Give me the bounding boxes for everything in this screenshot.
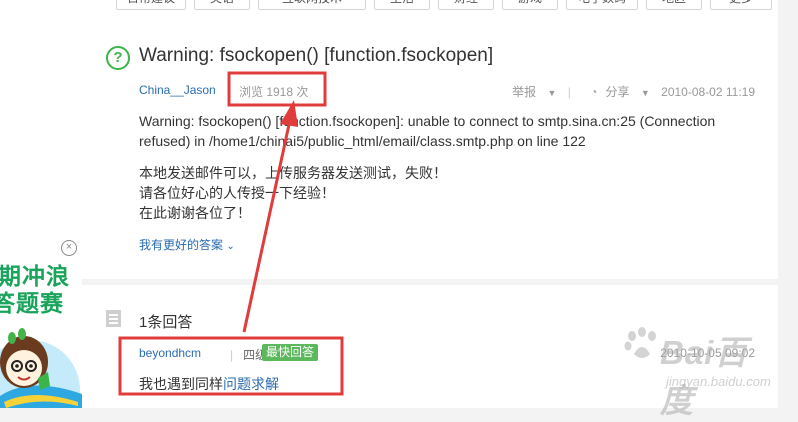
answer-highlight-box	[118, 336, 344, 396]
annotation-arrow-shaft	[242, 119, 292, 333]
annotation-overlay	[118, 71, 344, 396]
views-highlight-box	[227, 71, 327, 107]
